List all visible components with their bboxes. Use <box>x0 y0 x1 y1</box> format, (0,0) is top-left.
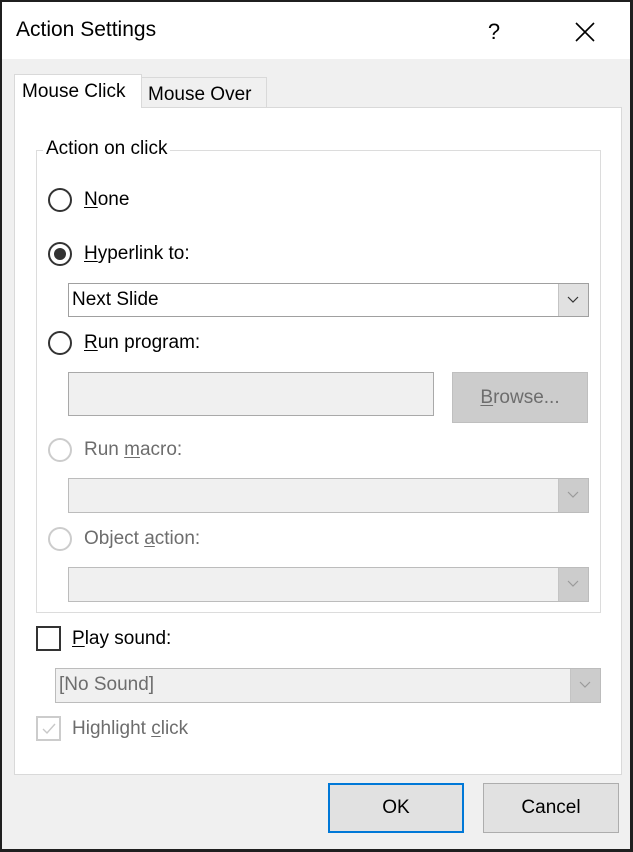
object-action-select-arrow[interactable] <box>558 568 588 601</box>
sound-select-value: [No Sound] <box>59 674 155 695</box>
close-icon <box>575 22 595 42</box>
group-legend: Action on click <box>43 138 171 160</box>
action-settings-dialog: Action Settings ? Mouse Click Mouse Over… <box>0 0 633 852</box>
radio-selected-dot <box>54 248 66 260</box>
browse-button[interactable]: Browse... <box>452 372 588 423</box>
play-sound-label[interactable]: Play sound: <box>72 628 171 650</box>
radio-run-macro[interactable] <box>48 438 72 462</box>
radio-none[interactable] <box>48 188 72 212</box>
radio-none-label[interactable]: None <box>84 189 129 211</box>
dialog-title: Action Settings <box>16 18 157 41</box>
checkmark-icon <box>42 723 56 735</box>
object-action-select[interactable] <box>68 567 589 602</box>
hyperlink-select-arrow[interactable] <box>558 284 588 316</box>
radio-run-macro-label[interactable]: Run macro: <box>84 439 182 461</box>
tab-mouse-over[interactable]: Mouse Over <box>141 77 267 107</box>
highlight-click-checkbox[interactable] <box>36 716 61 741</box>
sound-select-arrow[interactable] <box>570 669 600 702</box>
sound-select[interactable]: [No Sound] <box>55 668 601 703</box>
macro-select[interactable] <box>68 478 589 513</box>
run-program-input[interactable] <box>68 372 434 416</box>
radio-run-program[interactable] <box>48 331 72 355</box>
ok-button[interactable]: OK <box>328 783 464 833</box>
radio-hyperlink-label[interactable]: Hyperlink to: <box>84 243 190 265</box>
radio-run-program-label[interactable]: Run program: <box>84 332 200 354</box>
tab-panel-mouse-click: Action on click None Hyperlink to: Next … <box>14 107 622 775</box>
macro-select-arrow[interactable] <box>558 479 588 512</box>
highlight-click-label[interactable]: Highlight click <box>72 718 188 740</box>
help-button[interactable]: ? <box>474 12 514 52</box>
help-icon: ? <box>487 19 501 44</box>
radio-object-action[interactable] <box>48 527 72 551</box>
radio-hyperlink[interactable] <box>48 242 72 266</box>
hyperlink-select[interactable]: Next Slide <box>68 283 589 317</box>
hyperlink-select-value: Next Slide <box>72 289 159 310</box>
close-button[interactable] <box>563 12 607 52</box>
chevron-down-icon <box>567 491 579 498</box>
chevron-down-icon <box>567 580 579 587</box>
title-bar: Action Settings ? <box>2 2 630 59</box>
chevron-down-icon <box>567 296 579 303</box>
tab-mouse-click[interactable]: Mouse Click <box>14 74 142 108</box>
radio-object-action-label[interactable]: Object action: <box>84 528 200 550</box>
chevron-down-icon <box>579 681 591 688</box>
cancel-button[interactable]: Cancel <box>483 783 619 833</box>
play-sound-checkbox[interactable] <box>36 626 61 651</box>
